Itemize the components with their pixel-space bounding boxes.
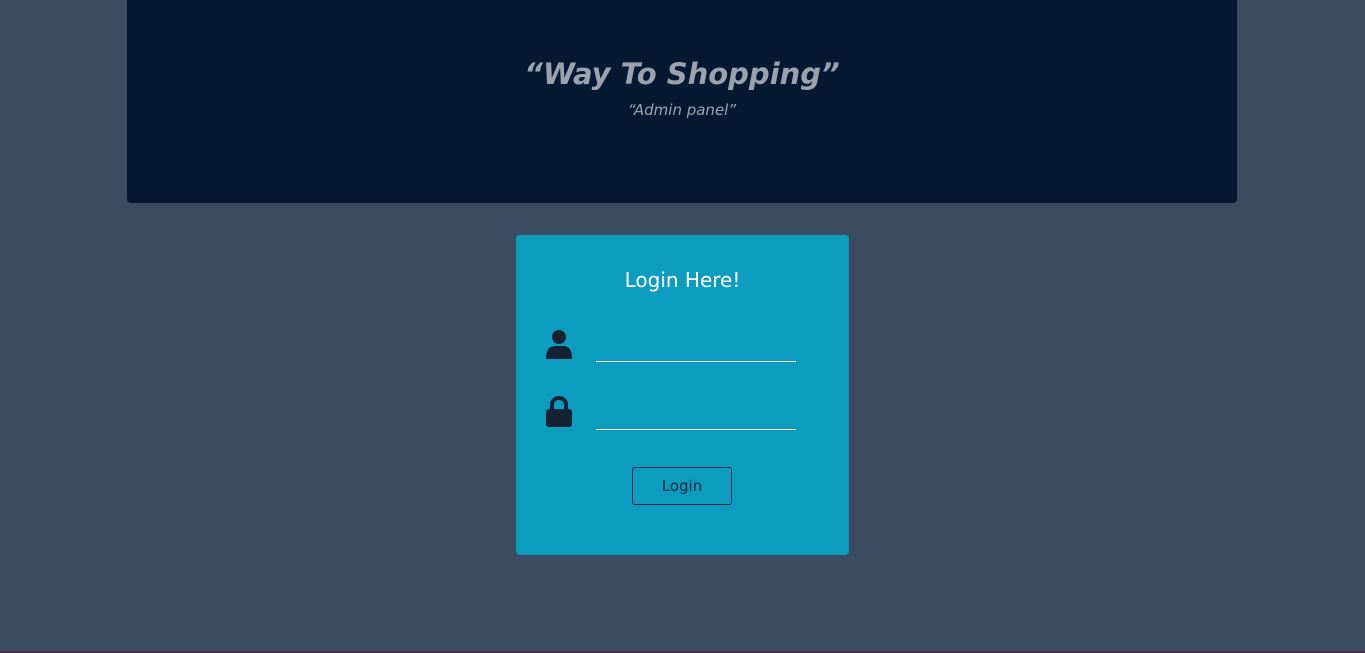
site-title: “Way To Shopping” [524,57,840,91]
user-icon [545,328,573,360]
page: “Way To Shopping” “Admin panel” Login He… [0,0,1365,653]
login-button[interactable]: Login [632,467,732,505]
username-input[interactable] [596,336,796,362]
login-heading: Login Here! [624,268,741,292]
password-input[interactable] [596,404,796,430]
lock-icon [545,396,573,428]
header-banner: “Way To Shopping” “Admin panel” [127,0,1237,203]
site-subtitle: “Admin panel” [627,101,737,119]
